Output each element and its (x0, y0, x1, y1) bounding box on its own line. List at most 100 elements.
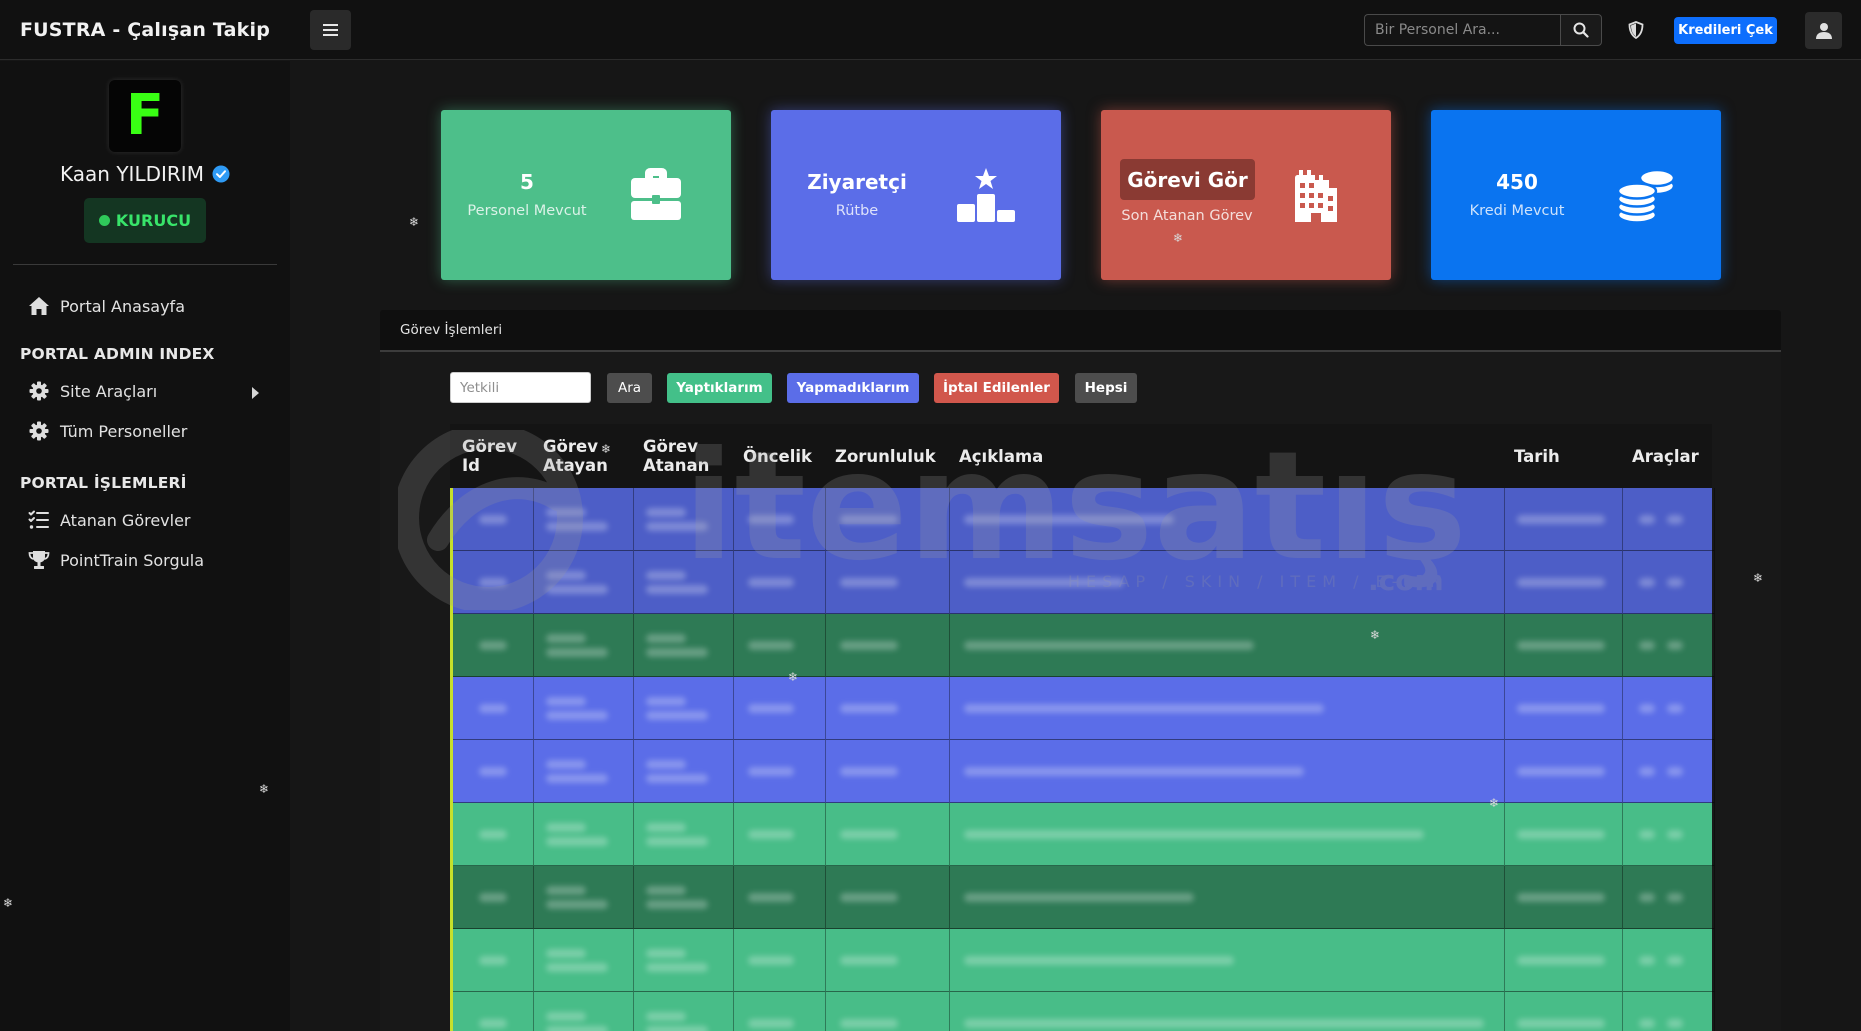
personnel-search-input[interactable] (1364, 14, 1560, 46)
sidebar-item-portal-home[interactable]: Portal Anasayfa (28, 292, 185, 320)
cell-description (950, 929, 1505, 992)
filter-done-button[interactable]: Yaptıklarım (667, 373, 772, 403)
cell-assigner (534, 992, 634, 1031)
shield-icon[interactable] (1624, 18, 1648, 42)
cell-date (1505, 929, 1623, 992)
cell-task-id (453, 488, 534, 551)
column-header-priority[interactable]: Öncelik (731, 424, 823, 488)
table-row[interactable] (450, 929, 1715, 992)
snowflake-icon: ❄ (409, 215, 420, 229)
cell-tools (1623, 677, 1715, 740)
snowflake-icon: ❄ (788, 670, 799, 684)
verified-badge-icon (212, 165, 230, 183)
status-dot-icon (98, 215, 110, 226)
view-task-button[interactable]: Görevi Gör (1120, 159, 1255, 200)
user-name: Kaan YILDIRIM (60, 162, 204, 186)
table-row[interactable] (450, 803, 1715, 866)
table-row[interactable] (450, 866, 1715, 929)
podium-star-icon (957, 168, 1015, 222)
cell-description (950, 614, 1505, 677)
table-row[interactable] (450, 740, 1715, 803)
table-row[interactable] (450, 677, 1715, 740)
cell-date (1505, 677, 1623, 740)
search-button[interactable]: Ara (607, 373, 652, 403)
sidebar-heading-admin: PORTAL ADMIN INDEX (20, 345, 215, 363)
stat-label: Son Atanan Görev (1121, 208, 1253, 224)
table-row[interactable] (450, 551, 1715, 614)
stat-card-last-task[interactable]: Görevi Gör Son Atanan Görev (1101, 110, 1391, 280)
cell-obligation (826, 740, 950, 803)
cell-tools (1623, 803, 1715, 866)
personnel-search (1364, 14, 1602, 46)
trophy-icon (28, 551, 50, 569)
filter-cancelled-button[interactable]: İptal Edilenler (934, 373, 1059, 403)
snowflake-icon: ❄ (1489, 796, 1500, 810)
cell-obligation (826, 803, 950, 866)
column-header-obligation[interactable]: Zorunluluk (823, 424, 947, 488)
app-logo: F (109, 80, 181, 152)
cell-priority (734, 740, 826, 803)
column-header-tools[interactable]: Araçlar (1620, 424, 1712, 488)
stat-card-personnel[interactable]: 5 Personel Mevcut (441, 110, 731, 280)
sidebar-item-pointtrain-query[interactable]: PointTrain Sorgula (28, 546, 204, 574)
cell-priority (734, 677, 826, 740)
authority-filter-input[interactable] (450, 372, 591, 403)
cell-date (1505, 488, 1623, 551)
coins-icon (1616, 168, 1676, 224)
task-operations-panel: Görev İşlemleri Ara Yaptıklarım Yapmadık… (380, 310, 1781, 1031)
cell-obligation (826, 488, 950, 551)
stat-card-credits[interactable]: 450 Kredi Mevcut (1431, 110, 1721, 280)
cell-task-id (453, 551, 534, 614)
cell-date (1505, 803, 1623, 866)
column-header-date[interactable]: Tarih (1502, 424, 1620, 488)
column-header-description[interactable]: Açıklama (947, 424, 1502, 488)
table-row[interactable] (450, 992, 1715, 1031)
column-header-assigner[interactable]: Görev Atayan (531, 424, 631, 488)
cell-priority (734, 614, 826, 677)
filter-all-button[interactable]: Hepsi (1075, 373, 1137, 403)
stat-label: Rütbe (835, 203, 879, 219)
sidebar: F Kaan YILDIRIM KURUCU Portal Anasayfa P… (0, 61, 290, 1031)
cell-description (950, 992, 1505, 1031)
app-title[interactable]: FUSTRA - Çalışan Takip (0, 0, 290, 60)
cell-date (1505, 614, 1623, 677)
sidebar-item-all-personnel[interactable]: Tüm Personeller (28, 417, 187, 445)
filter-not-done-button[interactable]: Yapmadıklarım (787, 373, 919, 403)
table-row[interactable] (450, 488, 1715, 551)
cell-task-id (453, 614, 534, 677)
sidebar-heading-operations: PORTAL İŞLEMLERİ (20, 474, 187, 492)
cell-obligation (826, 614, 950, 677)
stat-value: 450 (1496, 170, 1538, 194)
cell-assigner (534, 614, 634, 677)
cell-task-id (453, 992, 534, 1031)
menu-toggle-button[interactable] (310, 10, 351, 50)
cell-obligation (826, 992, 950, 1031)
cell-assignee (634, 929, 734, 992)
cell-priority (734, 488, 826, 551)
cell-task-id (453, 866, 534, 929)
stat-card-rank[interactable]: Ziyaretçi Rütbe (771, 110, 1061, 280)
cell-assignee (634, 992, 734, 1031)
table-row[interactable] (450, 614, 1715, 677)
cell-task-id (453, 803, 534, 866)
snowflake-icon: ❄ (1370, 628, 1381, 642)
withdraw-credits-button[interactable]: Kredileri Çek (1674, 17, 1777, 44)
cell-task-id (453, 929, 534, 992)
role-label: KURUCU (115, 211, 192, 230)
building-icon (1295, 170, 1337, 222)
cell-tools (1623, 488, 1715, 551)
menu-icon (323, 29, 338, 31)
column-header-assignee[interactable]: Görev Atanan (631, 424, 731, 488)
search-button[interactable] (1560, 14, 1602, 46)
sidebar-item-assigned-tasks[interactable]: Atanan Görevler (28, 506, 191, 534)
column-header-task-id[interactable]: Görev Id (450, 424, 531, 488)
sidebar-item-site-tools[interactable]: Site Araçları (28, 377, 157, 405)
cell-tools (1623, 614, 1715, 677)
sidebar-divider (13, 264, 277, 265)
cell-description (950, 677, 1505, 740)
cell-description (950, 803, 1505, 866)
cell-assigner (534, 677, 634, 740)
user-menu-button[interactable] (1805, 12, 1842, 49)
chevron-right-icon[interactable] (252, 387, 259, 399)
sidebar-item-label: Tüm Personeller (60, 421, 188, 441)
